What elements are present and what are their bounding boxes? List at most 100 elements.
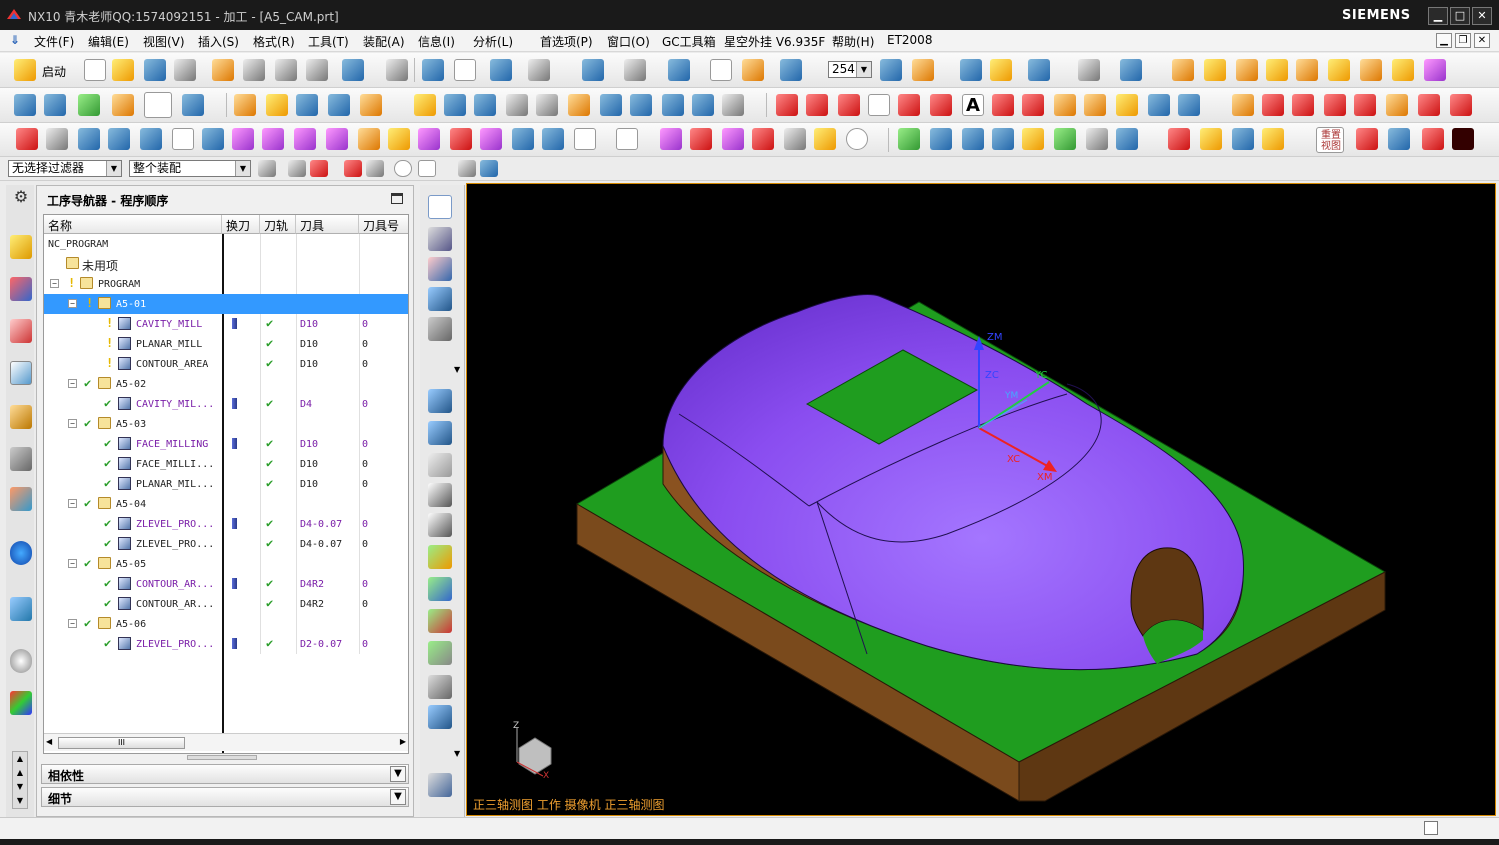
feature-icon-7[interactable]: [1360, 59, 1382, 81]
clock-icon[interactable]: [10, 649, 32, 673]
tool-icon-z[interactable]: [542, 128, 564, 150]
curve-icon-7[interactable]: [1178, 94, 1200, 116]
avatar-icon[interactable]: [1452, 128, 1474, 150]
rect-select-icon[interactable]: [574, 128, 596, 150]
crosshair-icon[interactable]: [690, 128, 712, 150]
arrow-right-icon[interactable]: [108, 128, 130, 150]
collapse-icon[interactable]: −: [68, 299, 77, 308]
copy-icon[interactable]: [243, 59, 265, 81]
scroll-thumb[interactable]: III: [58, 737, 185, 749]
zoom-icon[interactable]: [528, 59, 550, 81]
cam-icon-4[interactable]: [328, 94, 350, 116]
render-style-icon[interactable]: [624, 59, 646, 81]
generate-path-icon[interactable]: [428, 389, 452, 413]
tool-icon-as[interactable]: [1388, 128, 1410, 150]
fit-view-icon[interactable]: [582, 59, 604, 81]
orient-icon[interactable]: [742, 59, 764, 81]
tool-icon-ae[interactable]: [814, 128, 836, 150]
machine-tool-nav-icon[interactable]: [10, 405, 32, 429]
rect-select-filter-icon[interactable]: [418, 160, 436, 177]
tool-icon-ac[interactable]: [752, 128, 774, 150]
column-header-toolchange[interactable]: 换刀: [222, 215, 260, 234]
filter-icon-2[interactable]: [288, 160, 306, 177]
cam-icon-10[interactable]: [536, 94, 558, 116]
tree-row-op[interactable]: ✔ FACE_MILLI... ✔ D10 0: [44, 454, 408, 474]
scroll-left-icon[interactable]: ◀: [46, 737, 52, 746]
menu-tools[interactable]: 工具(T): [308, 33, 349, 50]
menu-et2008[interactable]: ET2008: [887, 33, 932, 47]
feature-icon-3[interactable]: [1236, 59, 1258, 81]
tool-icon-u[interactable]: [388, 128, 410, 150]
tool-icon-ao[interactable]: [1200, 128, 1222, 150]
nav-tool-icon-17[interactable]: [428, 773, 452, 797]
tool-icon-y[interactable]: [512, 128, 534, 150]
tool-icon-t[interactable]: [358, 128, 380, 150]
tree-row-a5-02[interactable]: − ✔ A5-02: [44, 374, 408, 394]
tool-icon-j[interactable]: [112, 94, 134, 116]
filter-icon-4[interactable]: [344, 160, 362, 177]
collapse-icon[interactable]: −: [68, 499, 77, 508]
snap-point-icon[interactable]: [394, 160, 412, 177]
tree-row-a5-01[interactable]: − ! A5-01: [44, 294, 408, 314]
chevron-down-icon[interactable]: ▼: [390, 766, 406, 782]
tree-row-a5-06[interactable]: − ✔ A5-06: [44, 614, 408, 634]
dependencies-section[interactable]: 相依性 ▼: [41, 764, 409, 784]
tool-icon-v[interactable]: [418, 128, 440, 150]
start-icon[interactable]: [14, 59, 36, 81]
tool-icon-ak[interactable]: [1054, 128, 1076, 150]
menu-insert[interactable]: 插入(S): [198, 33, 239, 50]
collapse-icon[interactable]: −: [50, 279, 59, 288]
cam-icon-12[interactable]: [600, 94, 622, 116]
fillet-icon[interactable]: [898, 94, 920, 116]
tree-row-a5-05[interactable]: − ✔ A5-05: [44, 554, 408, 574]
save-icon[interactable]: [144, 59, 166, 81]
operation-nav-icon[interactable]: [10, 361, 32, 385]
tool-icon-aq[interactable]: [1262, 128, 1284, 150]
start-button[interactable]: 启动: [42, 63, 66, 80]
curve-icon-3[interactable]: [1054, 94, 1076, 116]
collapse-icon[interactable]: −: [68, 419, 77, 428]
nav-tool-icon-5[interactable]: [428, 317, 452, 341]
feature-icon-8[interactable]: [1392, 59, 1414, 81]
cam-icon-16[interactable]: [722, 94, 744, 116]
cam-icon-14[interactable]: [662, 94, 684, 116]
tree-row-op[interactable]: ! PLANAR_MILL ✔ D10 0: [44, 334, 408, 354]
curve-icon-2[interactable]: [1022, 94, 1044, 116]
cam-icon-3[interactable]: [296, 94, 318, 116]
replay-path-icon[interactable]: [428, 421, 452, 445]
tool-icon-aa[interactable]: [660, 128, 682, 150]
nav-tool-icon-16[interactable]: [428, 705, 452, 729]
new-file-icon[interactable]: [84, 59, 106, 81]
maximize-button[interactable]: □: [1450, 7, 1470, 25]
cam-icon-15[interactable]: [692, 94, 714, 116]
splitter-handle[interactable]: [187, 755, 257, 760]
graphics-viewport[interactable]: ZM ZC YC YM XC XM Z X 正三轴测图 工作 摄像机 正三轴测图: [466, 183, 1496, 816]
chevron-down-icon[interactable]: ▼: [454, 749, 460, 758]
active-tool-icon[interactable]: [144, 92, 172, 118]
circle-icon[interactable]: [838, 94, 860, 116]
tool-icon-p[interactable]: [232, 128, 254, 150]
tool-icon-x[interactable]: [480, 128, 502, 150]
collapse-icon[interactable]: −: [68, 559, 77, 568]
tool-icon-g[interactable]: [1078, 59, 1100, 81]
cube-view-icon[interactable]: [668, 59, 690, 81]
cut-icon[interactable]: [212, 59, 234, 81]
cam-icon-1[interactable]: [234, 94, 256, 116]
menu-gc-toolbox[interactable]: GC工具箱: [662, 33, 716, 50]
filter-icon-3[interactable]: [310, 160, 328, 177]
measure-icon[interactable]: [1120, 59, 1142, 81]
tree-row-op[interactable]: ! CAVITY_MILL ✔ D10 0: [44, 314, 408, 334]
filter-icon-1[interactable]: [258, 160, 276, 177]
part-nav-icon[interactable]: [10, 319, 32, 343]
cam-icon-11[interactable]: [568, 94, 590, 116]
type-filter-select[interactable]: 无选择过滤器 ▼: [8, 160, 122, 177]
curve-icon-8[interactable]: [1232, 94, 1254, 116]
curve-icon-13[interactable]: [1386, 94, 1408, 116]
tool-icon-am[interactable]: [1116, 128, 1138, 150]
menu-edit[interactable]: 编辑(E): [88, 33, 129, 50]
tool-icon-ah[interactable]: [962, 128, 984, 150]
reset-view-button[interactable]: 重置视图: [1316, 127, 1344, 153]
curve-icon-11[interactable]: [1324, 94, 1346, 116]
menu-preferences[interactable]: 首选项(P): [540, 33, 593, 50]
tree-row-op[interactable]: ✔ CAVITY_MIL... ✔ D4 0: [44, 394, 408, 414]
